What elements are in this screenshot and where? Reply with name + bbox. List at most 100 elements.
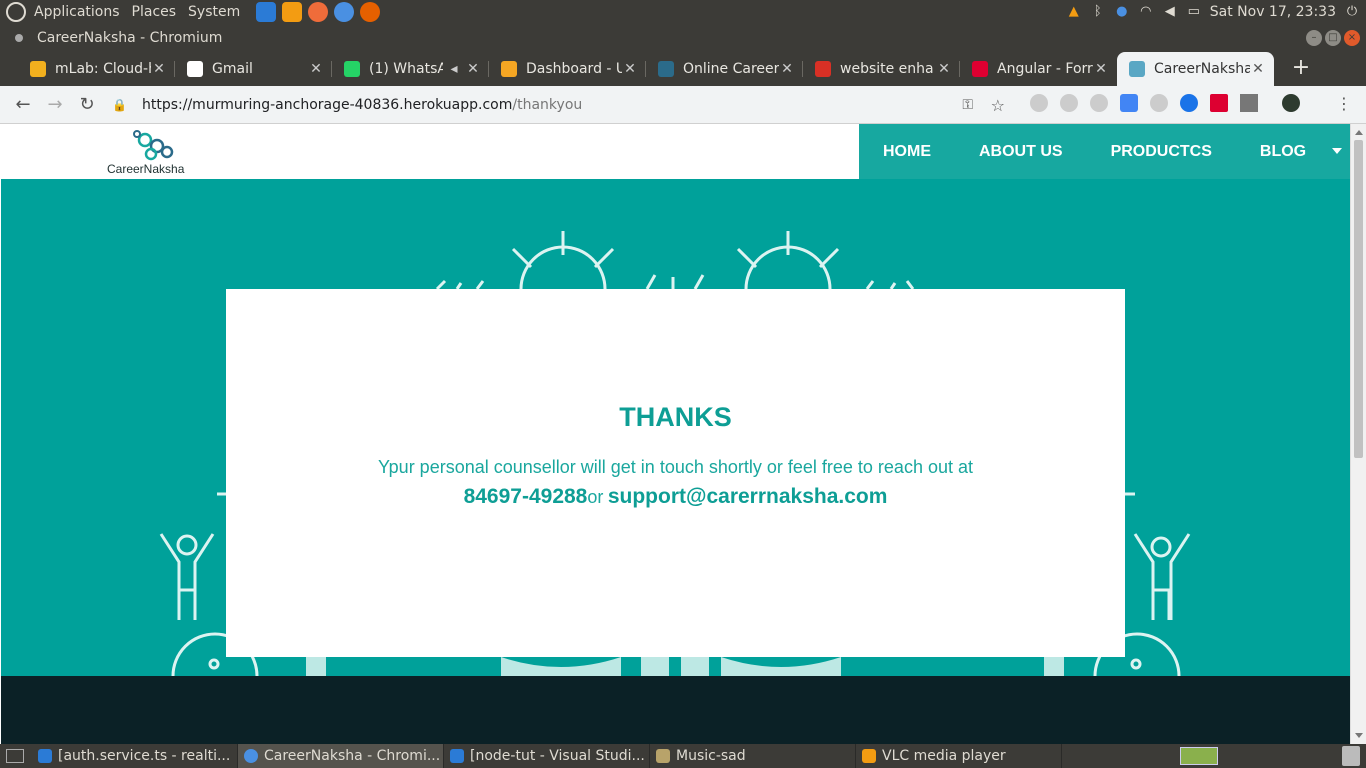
extension-ublock-icon[interactable] [1030, 94, 1048, 112]
main-nav: HOME ABOUT US PRODUCTCS BLOG [859, 124, 1350, 179]
nav-home[interactable]: HOME [883, 143, 931, 161]
career-icon [658, 61, 674, 77]
tab-title: CareerNaksha [1154, 61, 1250, 77]
ubuntu-logo-icon[interactable] [6, 2, 26, 22]
task-vlc[interactable]: VLC media player [856, 744, 1062, 768]
close-window-button[interactable]: × [1344, 30, 1360, 46]
tab-whatsapp[interactable]: (1) WhatsA ◂ ✕ [332, 52, 489, 86]
tab-title: Online Career [683, 61, 779, 77]
task-folder-music[interactable]: Music-sad [650, 744, 856, 768]
close-tab-icon[interactable]: ✕ [308, 61, 324, 77]
extension-blue-icon[interactable] [1180, 94, 1198, 112]
thanks-message: Ypur personal counsellor will get in tou… [378, 457, 973, 477]
brand-molecule-icon [133, 130, 174, 161]
workspace-switcher[interactable] [1180, 747, 1218, 765]
tab-mlab[interactable]: mLab: Cloud-h ✕ [18, 52, 175, 86]
extension-angular-icon[interactable] [1210, 94, 1228, 112]
tab-website-enhance[interactable]: website enha ✕ [803, 52, 960, 86]
url-host: https://murmuring-anchorage-40836.heroku… [142, 97, 513, 113]
page-scrollbar[interactable] [1350, 124, 1366, 744]
wifi-icon[interactable]: ◠ [1138, 4, 1154, 20]
password-key-icon[interactable]: ⚿ [962, 97, 973, 113]
battery-icon[interactable]: ▭ [1186, 4, 1202, 20]
profile-avatar[interactable] [1282, 94, 1300, 112]
bookmark-star-icon[interactable]: ☆ [991, 96, 1005, 115]
extension-vue-icon[interactable] [1240, 94, 1258, 112]
tab-title: Angular - Forr [997, 61, 1093, 77]
menu-system[interactable]: System [188, 4, 240, 20]
browser-menu-icon[interactable]: ⋮ [1336, 94, 1352, 113]
close-tab-icon[interactable]: ✕ [779, 61, 795, 77]
close-tab-icon[interactable]: ✕ [151, 61, 167, 77]
tab-strip: mLab: Cloud-h ✕ Gmail ✕ (1) WhatsA ◂ ✕ D… [0, 52, 1366, 86]
extension-augury-icon[interactable] [1150, 94, 1168, 112]
vlc-tray-icon[interactable]: ▲ [1066, 4, 1082, 20]
vscode-launcher-icon[interactable] [256, 2, 277, 22]
brand-name: CareerNaksha [107, 162, 185, 176]
whatsapp-icon [344, 61, 360, 77]
show-desktop-icon[interactable] [6, 749, 24, 763]
scroll-down-icon[interactable] [1355, 733, 1363, 738]
extension-react-icon[interactable] [1060, 94, 1078, 112]
tab-dashboard[interactable]: Dashboard - U ✕ [489, 52, 646, 86]
close-tab-icon[interactable]: ✕ [936, 61, 952, 77]
tab-title: (1) WhatsA [369, 61, 443, 77]
lock-icon[interactable]: 🔒 [112, 98, 127, 112]
close-tab-icon[interactable]: ✕ [622, 61, 638, 77]
tab-audio-icon[interactable]: ◂ [443, 61, 465, 77]
tab-careernaksha[interactable]: CareerNaksha ✕ [1117, 52, 1274, 86]
extension-globe-icon[interactable] [1090, 94, 1108, 112]
close-tab-icon[interactable]: ✕ [1093, 61, 1109, 77]
brand-logo[interactable]: CareerNaksha [107, 130, 217, 178]
power-icon[interactable]: ⏻ [1344, 4, 1360, 20]
task-chromium[interactable]: CareerNaksha - Chromi... [238, 744, 444, 768]
nav-dropdown-caret-icon[interactable] [1332, 148, 1342, 154]
extension-translate-icon[interactable] [1120, 94, 1138, 112]
task-label: [node-tut - Visual Studi... [470, 748, 645, 764]
menu-places[interactable]: Places [132, 4, 177, 20]
window-menu-icon[interactable] [15, 34, 23, 42]
trash-icon[interactable] [1342, 746, 1360, 766]
maximize-button[interactable]: □ [1325, 30, 1341, 46]
postman-launcher-icon[interactable] [308, 2, 329, 22]
sublime-launcher-icon[interactable] [282, 2, 303, 22]
close-tab-icon[interactable]: ✕ [465, 61, 481, 77]
scroll-thumb[interactable] [1354, 140, 1363, 458]
task-label: CareerNaksha - Chromi... [264, 748, 441, 764]
volume-icon[interactable]: ◀ [1162, 4, 1178, 20]
address-bar[interactable]: 🔒 https://murmuring-anchorage-40836.hero… [112, 90, 1017, 120]
task-vscode-auth[interactable]: [auth.service.ts - realti... [32, 744, 238, 768]
back-icon[interactable]: ← [7, 89, 39, 121]
clock[interactable]: Sat Nov 17, 23:33 [1210, 4, 1336, 20]
menu-applications[interactable]: Applications [34, 4, 120, 20]
nav-about-us[interactable]: ABOUT US [979, 143, 1063, 161]
reload-icon[interactable]: ↻ [71, 89, 103, 121]
bluetooth-icon[interactable]: ᛒ [1090, 4, 1106, 20]
support-email[interactable]: support@carerrnaksha.com [608, 485, 888, 508]
phone-number[interactable]: 84697-49288 [464, 485, 588, 508]
site-header: CareerNaksha [1, 124, 859, 179]
forward-icon[interactable]: → [39, 89, 71, 121]
window-titlebar: CareerNaksha - Chromium – □ × [0, 24, 1366, 52]
system-top-panel: Applications Places System ▲ ᛒ ● ◠ ◀ ▭ S… [0, 0, 1366, 24]
gmail-icon [815, 61, 831, 77]
tab-gmail[interactable]: Gmail ✕ [175, 52, 332, 86]
chromium-launcher-icon[interactable] [334, 2, 355, 22]
task-label: VLC media player [882, 748, 1006, 764]
firefox-launcher-icon[interactable] [360, 2, 381, 22]
nav-products[interactable]: PRODUCTCS [1111, 143, 1212, 161]
close-tab-icon[interactable]: ✕ [1250, 61, 1266, 77]
task-label: [auth.service.ts - realti... [58, 748, 231, 764]
chromium-tray-icon[interactable]: ● [1114, 4, 1130, 20]
mlab-icon [30, 61, 46, 77]
task-vscode-node[interactable]: [node-tut - Visual Studi... [444, 744, 650, 768]
nav-blog[interactable]: BLOG [1260, 143, 1306, 161]
chromium-icon [244, 749, 258, 763]
tab-title: Dashboard - U [526, 61, 622, 77]
new-tab-button[interactable]: + [1284, 52, 1318, 86]
tab-angular[interactable]: Angular - Forr ✕ [960, 52, 1117, 86]
tab-online-career[interactable]: Online Career ✕ [646, 52, 803, 86]
minimize-button[interactable]: – [1306, 30, 1322, 46]
site-footer [1, 676, 1350, 744]
scroll-up-icon[interactable] [1355, 130, 1363, 135]
